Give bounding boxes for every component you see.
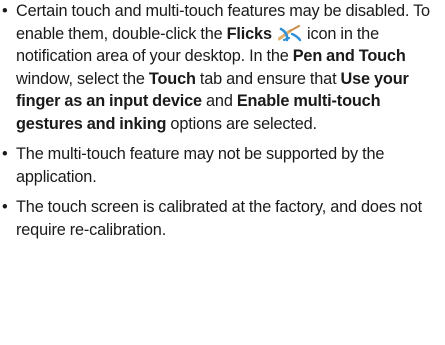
flicks-pen-icon	[277, 24, 302, 41]
text-segment: and	[201, 92, 237, 110]
pen-and-touch-term: Pen and Touch	[292, 47, 406, 65]
text-segment: window, select the	[16, 69, 149, 88]
list-item: • Certain touch and multi-touch features…	[0, 0, 445, 135]
touch-tab-term: Touch	[148, 69, 196, 88]
bullet-marker: •	[2, 145, 8, 163]
text-segment: options are selected.	[166, 114, 317, 133]
list-item-text: The multi-touch feature may not be suppo…	[16, 145, 385, 186]
list-item: • The multi-touch feature may not be sup…	[0, 143, 445, 188]
document-page: • Certain touch and multi-touch features…	[0, 0, 445, 241]
list-item-text: The touch screen is calibrated at the fa…	[16, 198, 422, 239]
bullet-marker: •	[2, 2, 8, 20]
bullet-marker: •	[2, 198, 8, 216]
flicks-term: Flicks	[226, 24, 272, 43]
text-segment: tab and ensure that	[195, 69, 341, 88]
list-item: • The touch screen is calibrated at the …	[0, 196, 445, 241]
bullet-list: • Certain touch and multi-touch features…	[0, 0, 445, 241]
